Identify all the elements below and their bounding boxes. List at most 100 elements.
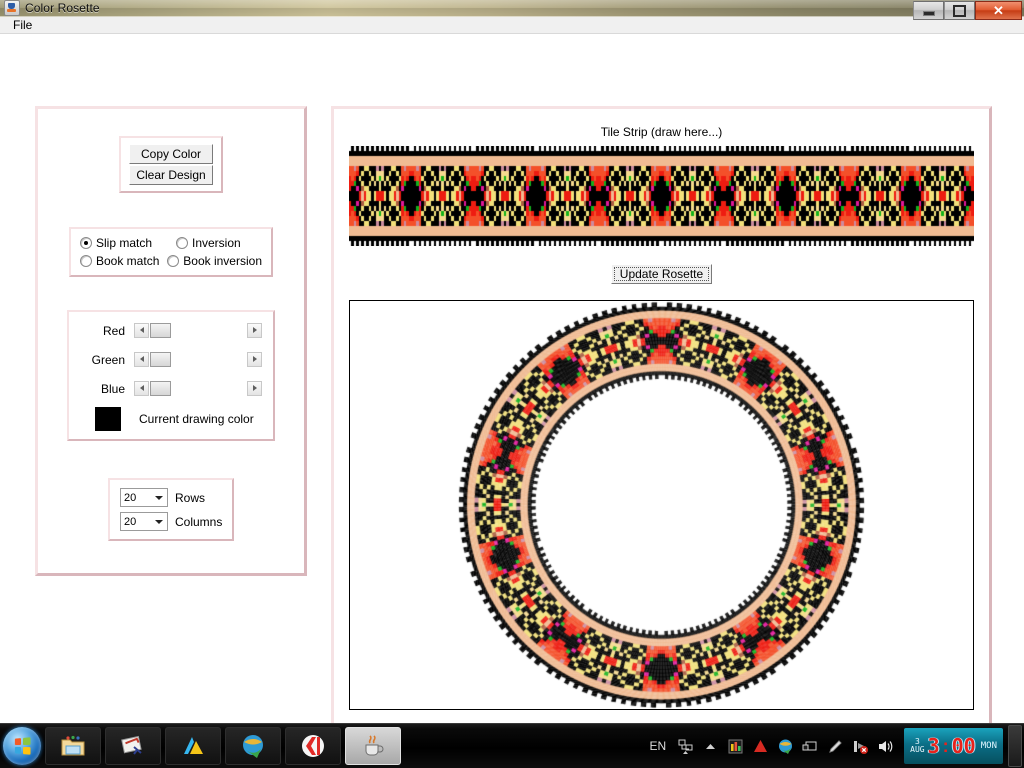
rows-label: Rows [175,490,206,505]
red-scrollbar[interactable] [133,321,263,340]
language-indicator[interactable]: EN [649,739,666,753]
idm-icon[interactable] [777,738,794,755]
chevron-down-icon [155,495,163,500]
columns-label: Columns [175,514,223,529]
taskbar-clock[interactable]: 3 AUG 3 : 00 MON [904,728,1003,764]
slider-row-blue: Blue [69,378,273,399]
slider-label-green: Green [91,352,125,367]
match-mode-row: Book match Book inversion [80,254,262,268]
radio-label: Slip match [96,236,153,250]
clock-date: 3 AUG [910,738,924,754]
clock-weekday: MON [980,741,997,751]
scrollbar-thumb[interactable] [150,322,171,338]
match-mode-row: Slip match Inversion [80,236,262,250]
globe-arrow-icon [240,733,266,759]
rows-value: 20 [124,491,137,504]
radio-label: Book match [96,254,160,268]
slider-label-red: Red [102,323,125,338]
window-title: Color Rosette [25,1,100,15]
windows-logo-icon [14,737,31,755]
green-scrollbar[interactable] [133,350,263,369]
columns-row: 20 Columns [120,512,222,531]
scrollbar-thumb[interactable] [150,351,171,367]
taskbar-item-idm[interactable] [225,727,281,765]
slider-row-green: Green [69,349,273,370]
scroll-right-arrow-icon[interactable] [247,322,262,338]
package-icon [120,733,146,759]
scrollbar-thumb[interactable] [150,380,171,396]
current-color-swatch[interactable] [95,407,121,431]
clock-separator: : [942,736,949,756]
menu-item-file[interactable]: File [6,17,39,33]
volume-icon[interactable] [877,738,894,755]
copy-color-button[interactable]: Copy Color [129,144,213,164]
clock-month: AUG [910,745,925,754]
start-button[interactable] [3,727,41,765]
java-coffee-cup-icon [360,733,386,759]
canvas-inner: Tile Strip (draw here...) Update Rosette [340,115,983,727]
show-desktop-button[interactable] [1008,725,1022,767]
close-button[interactable]: ✕ [975,1,1022,20]
aimp-icon[interactable] [752,738,769,755]
title-bar[interactable]: Color Rosette ✕ [0,0,1024,20]
rosette-view[interactable] [349,300,974,710]
button-group: Copy Color Clear Design [119,136,223,193]
slider-label-blue: Blue [100,381,125,396]
taskbar-item-app2[interactable] [105,727,161,765]
minimize-button[interactable] [913,1,944,20]
scroll-left-arrow-icon[interactable] [134,380,149,396]
match-mode-group: Slip match Inversion Book match Book inv… [69,227,273,277]
triangle-icon [180,733,206,759]
radio-book-inversion[interactable]: Book inversion [167,254,262,268]
pen-icon[interactable] [827,738,844,755]
rows-combobox[interactable]: 20 [120,488,168,507]
tile-strip-title: Tile Strip (draw here...) [600,125,723,139]
radio-indicator-icon [167,255,180,267]
slider-row-red: Red [69,320,273,341]
scroll-right-arrow-icon[interactable] [247,380,262,396]
folder-icon [60,733,86,759]
radio-inversion[interactable]: Inversion [176,236,241,250]
system-tray: EN 3 AUG 3: 00 MON [649,724,1024,768]
chevron-down-icon [155,519,163,524]
window-controls: ✕ [913,1,1022,20]
scroll-left-arrow-icon[interactable] [134,322,149,338]
network-icon[interactable] [677,738,694,755]
clear-design-button[interactable]: Clear Design [129,165,213,185]
radio-label: Inversion [192,236,241,250]
radio-book-match[interactable]: Book match [80,254,167,268]
radio-indicator-icon [80,237,92,249]
taskbar: EN 3 AUG 3: 00 MON [0,723,1024,768]
java-coffee-cup-icon [4,0,20,16]
current-color-row: Current drawing color [69,407,273,431]
radio-indicator-icon [80,255,92,267]
current-color-label: Current drawing color [139,412,254,426]
maximize-button[interactable] [944,1,975,20]
grid-size-group: 20 Rows 20 Columns [108,478,234,541]
scroll-left-arrow-icon[interactable] [134,351,149,367]
radio-indicator-icon [176,237,188,249]
radio-label: Book inversion [183,254,262,268]
taskbar-item-java[interactable] [345,727,401,765]
canvas-panel: Tile Strip (draw here...) Update Rosette [331,106,992,736]
radio-slip-match[interactable]: Slip match [80,236,176,250]
scroll-right-arrow-icon[interactable] [247,351,262,367]
taskbar-item-yandex[interactable] [285,727,341,765]
taskbar-item-aimp[interactable] [165,727,221,765]
tile-strip-canvas[interactable] [349,146,974,246]
columns-combobox[interactable]: 20 [120,512,168,531]
network-error-icon[interactable] [852,738,869,755]
application-window: Color Rosette ✕ File Copy Color Clear De… [0,0,1024,746]
menu-bar: File [0,17,1024,34]
taskbar-item-explorer[interactable] [45,727,101,765]
chevron-up-icon[interactable] [702,738,719,755]
rows-row: 20 Rows [120,488,222,507]
rosette-canvas[interactable] [350,301,973,709]
clock-hour: 3 [927,734,940,758]
yandex-icon [300,733,326,759]
monitor-icon[interactable] [802,738,819,755]
blue-scrollbar[interactable] [133,379,263,398]
equalizer-icon[interactable] [727,738,744,755]
update-rosette-button[interactable]: Update Rosette [610,264,713,284]
rgb-sliders-group: Red Green Blue Current drawing color [67,310,275,441]
